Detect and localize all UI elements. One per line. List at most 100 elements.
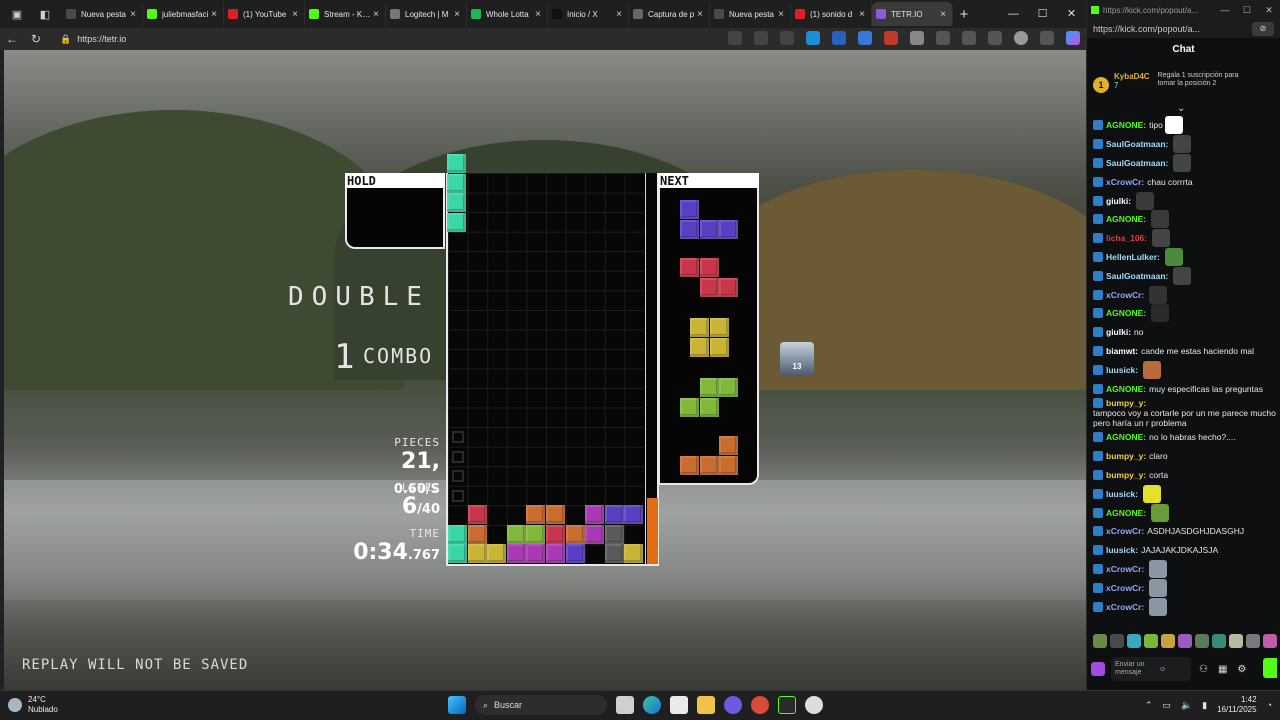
tab-2[interactable]: (1) YouTube ×: [224, 2, 305, 26]
pinned-gift-leaderboard[interactable]: 1 KybaD4C 7 Regala 1 suscripción para to…: [1087, 68, 1280, 102]
extension-icon[interactable]: [910, 31, 924, 45]
chat-message[interactable]: xCrowCr: ASDHJASDGHJDASGHJ: [1093, 522, 1279, 541]
tracking-prevention-icon[interactable]: ⊘: [1252, 22, 1274, 36]
send-button[interactable]: [1263, 658, 1277, 678]
back-icon[interactable]: ←: [0, 32, 24, 46]
app-icon[interactable]: [805, 696, 823, 714]
emote-icon[interactable]: [1110, 634, 1124, 648]
network-icon[interactable]: ▭: [1162, 700, 1171, 711]
tab-close-icon[interactable]: ×: [371, 9, 381, 20]
kick-app-icon[interactable]: [778, 696, 796, 714]
emote-icon[interactable]: [1144, 634, 1158, 648]
extensions-puzzle-icon[interactable]: [936, 31, 950, 45]
chat-message[interactable]: luusick: JAJAJAKJDKAJSJA: [1093, 541, 1279, 560]
tab-close-icon[interactable]: ×: [452, 9, 462, 20]
extension-icon[interactable]: [832, 31, 846, 45]
refresh-icon[interactable]: ↻: [24, 32, 48, 46]
chat-message[interactable]: giulki: no: [1093, 323, 1279, 342]
chat-username[interactable]: AGNONE:: [1106, 384, 1146, 394]
close-icon[interactable]: ✕: [1057, 0, 1086, 28]
player-avatar-badge[interactable]: 13: [780, 342, 814, 376]
settings-gear-icon[interactable]: ⚙: [1237, 664, 1246, 675]
favorites-icon[interactable]: [988, 31, 1002, 45]
chrome-icon[interactable]: [751, 696, 769, 714]
chat-message[interactable]: xCrowCr: chau corrrta: [1093, 172, 1279, 191]
tab-1[interactable]: juliebmasfaci ×: [143, 2, 224, 26]
chat-username[interactable]: bumpy_y:: [1106, 398, 1146, 408]
maximize-icon[interactable]: ☐: [1236, 5, 1258, 16]
url-field[interactable]: 🔒 https://tetr.io: [60, 30, 600, 48]
emote-icon[interactable]: [1178, 634, 1192, 648]
chat-username[interactable]: AGNONE:: [1106, 508, 1146, 518]
chat-username[interactable]: luusick:: [1106, 365, 1138, 375]
mic-icon[interactable]: [1091, 662, 1105, 676]
chat-username[interactable]: luusick:: [1106, 489, 1138, 499]
favorite-star-icon[interactable]: [780, 31, 794, 45]
extension-icon[interactable]: [806, 31, 820, 45]
split-screen-icon[interactable]: [962, 31, 976, 45]
chat-message[interactable]: xCrowCr:: [1093, 597, 1279, 616]
chat-message[interactable]: xCrowCr:: [1093, 285, 1279, 304]
tray-overflow-icon[interactable]: ⌃: [1145, 700, 1153, 711]
edge-browser-icon[interactable]: [643, 696, 661, 714]
tab-6[interactable]: Inicio / X ×: [548, 2, 629, 26]
battery-icon[interactable]: ▮: [1202, 700, 1207, 711]
read-aloud-icon[interactable]: [728, 31, 742, 45]
tab-0[interactable]: Nueva pesta ×: [62, 2, 143, 26]
chat-message[interactable]: AGNONE: no lo habras hecho?....: [1093, 428, 1279, 447]
new-tab-button[interactable]: +: [953, 6, 975, 23]
close-icon[interactable]: ✕: [1258, 5, 1280, 16]
chat-username[interactable]: AGNONE:: [1106, 308, 1146, 318]
minimize-icon[interactable]: —: [999, 0, 1028, 28]
tab-5[interactable]: Whole Lotta ×: [467, 2, 548, 26]
chat-message[interactable]: xCrowCr:: [1093, 578, 1279, 597]
profile-avatar[interactable]: [1014, 31, 1028, 45]
minimize-icon[interactable]: —: [1214, 5, 1236, 16]
task-view-icon[interactable]: [616, 696, 634, 714]
chat-username[interactable]: AGNONE:: [1106, 120, 1146, 130]
chat-username[interactable]: SaulGoatmaan:: [1106, 158, 1168, 168]
tab-8[interactable]: Nueva pesta ×: [710, 2, 791, 26]
chat-message[interactable]: SaulGoatmaan:: [1093, 153, 1279, 173]
copilot-icon[interactable]: [1066, 31, 1080, 45]
chat-username[interactable]: bumpy_y:: [1106, 470, 1146, 480]
volume-icon[interactable]: 🔈: [1181, 700, 1192, 711]
chat-username[interactable]: xCrowCr:: [1106, 564, 1144, 574]
discord-icon[interactable]: [724, 696, 742, 714]
chat-username[interactable]: HellenLulker:: [1106, 252, 1160, 262]
clock[interactable]: 1:42 16/11/2025: [1217, 695, 1256, 715]
tab-close-icon[interactable]: ×: [209, 9, 219, 20]
weather-widget[interactable]: 24°C Nublado: [8, 695, 58, 715]
emote-icon[interactable]: [1093, 634, 1107, 648]
chat-username[interactable]: bumpy_y:: [1106, 451, 1146, 461]
chat-message[interactable]: luusick:: [1093, 484, 1279, 503]
tetrio-page[interactable]: HOLD NEXT DOUBLE 1 COMBO PIECES 21, 0.60…: [4, 50, 1086, 690]
emote-icon[interactable]: [1161, 634, 1175, 648]
emote-icon[interactable]: [1195, 634, 1209, 648]
chat-username[interactable]: licha_106:: [1106, 233, 1147, 243]
chat-message[interactable]: HellenLulker:: [1093, 247, 1279, 267]
game-board[interactable]: [446, 173, 659, 566]
popout-url-text[interactable]: https://kick.com/popout/a...: [1093, 24, 1200, 34]
tab-close-icon[interactable]: ×: [857, 9, 867, 20]
chat-username[interactable]: AGNONE:: [1106, 214, 1146, 224]
notifications-icon[interactable]: ◔: [1267, 700, 1272, 710]
tab-close-icon[interactable]: ×: [533, 9, 543, 20]
users-icon[interactable]: ⚇: [1199, 664, 1208, 675]
tab-3[interactable]: Stream - Kick ×: [305, 2, 386, 26]
chat-username[interactable]: xCrowCr:: [1106, 583, 1144, 593]
store-icon[interactable]: ▦: [1218, 664, 1227, 675]
tab-9[interactable]: (1) sonido d ×: [791, 2, 872, 26]
chat-message[interactable]: SaulGoatmaan:: [1093, 266, 1279, 285]
tab-close-icon[interactable]: ×: [938, 9, 948, 20]
chat-message[interactable]: licha_106:: [1093, 229, 1279, 248]
chat-message[interactable]: AGNONE:: [1093, 503, 1279, 522]
maximize-icon[interactable]: ☐: [1028, 0, 1057, 28]
chat-message[interactable]: AGNONE:: [1093, 210, 1279, 229]
chat-username[interactable]: SaulGoatmaan:: [1106, 139, 1168, 149]
chat-message[interactable]: AGNONE: tipo: [1093, 116, 1279, 135]
emote-icon[interactable]: [1246, 634, 1260, 648]
chat-message[interactable]: AGNONE:: [1093, 304, 1279, 323]
extension-icon[interactable]: [858, 31, 872, 45]
chat-username[interactable]: xCrowCr:: [1106, 290, 1144, 300]
